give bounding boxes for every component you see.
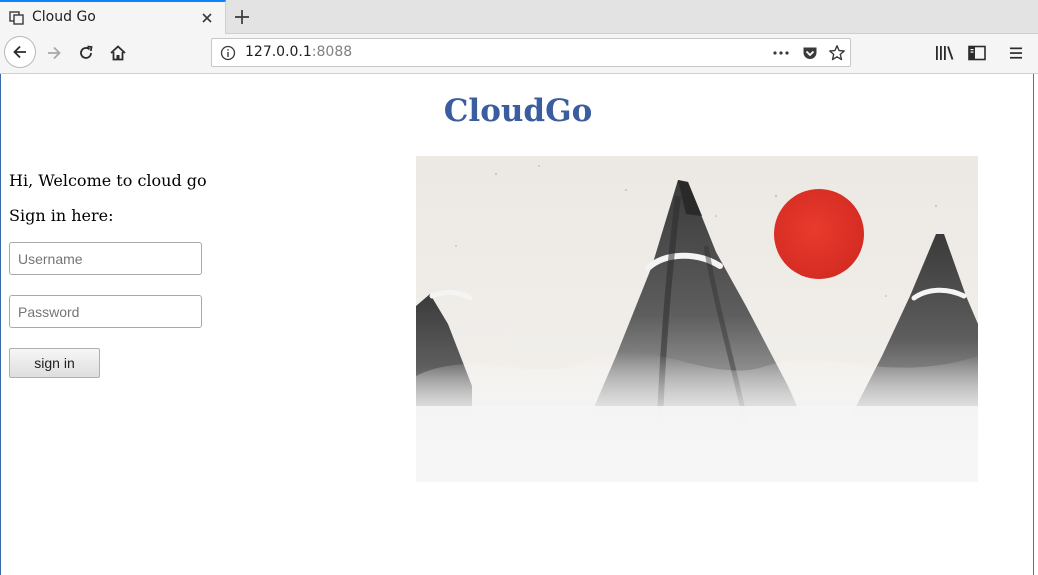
sidebar-icon[interactable]: [968, 45, 986, 65]
close-tab-icon[interactable]: [199, 10, 215, 30]
pocket-icon[interactable]: [802, 45, 818, 65]
signin-heading: Sign in here:: [9, 206, 114, 225]
ellipsis-icon[interactable]: [772, 45, 790, 65]
window-border-left: [0, 74, 1, 575]
home-icon[interactable]: [109, 44, 127, 66]
sign-in-button[interactable]: sign in: [9, 348, 100, 378]
reload-icon[interactable]: [77, 44, 95, 66]
new-tab-icon[interactable]: [232, 7, 252, 31]
back-button[interactable]: [4, 36, 36, 68]
window-border-right: [1033, 74, 1034, 575]
window-edge-marker: [1034, 380, 1038, 394]
star-icon[interactable]: [828, 44, 846, 66]
navigation-toolbar: 127.0.0.1:8088: [0, 34, 1038, 74]
generic-page-icon: [9, 9, 25, 29]
url-text: 127.0.0.1:8088: [245, 44, 352, 60]
url-port: :8088: [311, 44, 353, 60]
info-icon[interactable]: [220, 45, 236, 65]
password-input[interactable]: [9, 295, 202, 328]
library-icon[interactable]: [935, 45, 955, 65]
url-host: 127.0.0.1: [245, 44, 312, 60]
forward-arrow-icon[interactable]: [45, 44, 63, 66]
tab-title: Cloud Go: [32, 9, 96, 25]
page-title: CloudGo: [443, 93, 593, 129]
url-bar[interactable]: 127.0.0.1:8088: [211, 38, 851, 67]
mountain-ink-painting: [416, 156, 978, 482]
hamburger-menu-icon[interactable]: [1008, 45, 1024, 65]
username-input[interactable]: [9, 242, 202, 275]
browser-tab[interactable]: Cloud Go: [0, 0, 226, 34]
tab-strip: Cloud Go: [0, 0, 1038, 34]
welcome-text: Hi, Welcome to cloud go: [9, 171, 207, 190]
red-sun: [774, 189, 864, 279]
